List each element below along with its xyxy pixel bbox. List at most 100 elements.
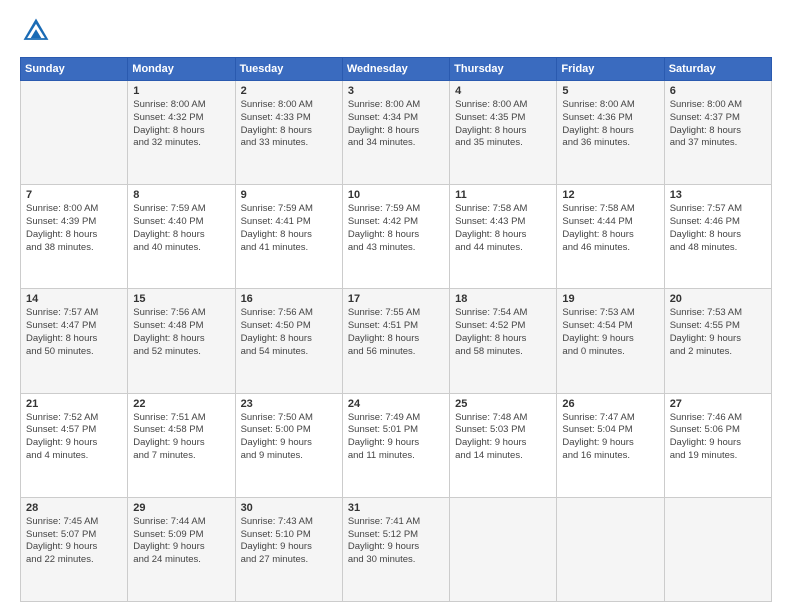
calendar-cell [450,497,557,601]
day-number: 14 [26,293,122,305]
calendar-cell: 19 Sunrise: 7:53 AMSunset: 4:54 PMDayligh… [557,289,664,393]
day-number: 1 [133,85,229,97]
day-info: Sunrise: 7:51 AMSunset: 4:58 PMDaylight:… [133,412,229,463]
day-info: Sunrise: 7:41 AMSunset: 5:12 PMDaylight:… [348,516,444,567]
calendar-cell: 5 Sunrise: 8:00 AMSunset: 4:36 PMDaylight… [557,81,664,185]
day-number: 31 [348,502,444,514]
day-number: 29 [133,502,229,514]
calendar-day-header: Sunday [21,58,128,81]
calendar-day-header: Saturday [664,58,771,81]
day-info: Sunrise: 7:48 AMSunset: 5:03 PMDaylight:… [455,412,551,463]
calendar-cell: 29 Sunrise: 7:44 AMSunset: 5:09 PMDayligh… [128,497,235,601]
calendar-cell: 30Sunrise: 7:43 AMSunset: 5:10 PMDayligh… [235,497,342,601]
day-number: 8 [133,189,229,201]
day-number: 25 [455,398,551,410]
calendar-cell: 28Sunrise: 7:45 AMSunset: 5:07 PMDayligh… [21,497,128,601]
day-number: 17 [348,293,444,305]
day-info: Sunrise: 8:00 AMSunset: 4:35 PMDaylight:… [455,99,551,150]
day-number: 24 [348,398,444,410]
calendar-week-row: 21 Sunrise: 7:52 AMSunset: 4:57 PMDayligh… [21,393,772,497]
day-info: Sunrise: 7:58 AMSunset: 4:44 PMDaylight:… [562,203,658,254]
calendar-cell [21,81,128,185]
day-info: Sunrise: 8:00 AMSunset: 4:36 PMDaylight:… [562,99,658,150]
logo [20,15,56,47]
calendar-cell: 14 Sunrise: 7:57 AMSunset: 4:47 PMDayligh… [21,289,128,393]
day-number: 19 [562,293,658,305]
calendar-cell: 2Sunrise: 8:00 AMSunset: 4:33 PMDaylight… [235,81,342,185]
calendar-cell [664,497,771,601]
day-number: 13 [670,189,766,201]
day-info: Sunrise: 8:00 AMSunset: 4:37 PMDaylight:… [670,99,766,150]
day-number: 23 [241,398,337,410]
day-info: Sunrise: 7:54 AMSunset: 4:52 PMDaylight:… [455,307,551,358]
day-number: 26 [562,398,658,410]
day-info: Sunrise: 7:43 AMSunset: 5:10 PMDaylight:… [241,516,337,567]
calendar-cell: 6 Sunrise: 8:00 AMSunset: 4:37 PMDaylight… [664,81,771,185]
day-number: 11 [455,189,551,201]
calendar-day-header: Monday [128,58,235,81]
calendar-cell: 31 Sunrise: 7:41 AMSunset: 5:12 PMDayligh… [342,497,449,601]
day-number: 9 [241,189,337,201]
day-info: Sunrise: 7:52 AMSunset: 4:57 PMDaylight:… [26,412,122,463]
calendar-cell: 21 Sunrise: 7:52 AMSunset: 4:57 PMDayligh… [21,393,128,497]
day-info: Sunrise: 7:55 AMSunset: 4:51 PMDaylight:… [348,307,444,358]
calendar-day-header: Thursday [450,58,557,81]
calendar-cell: 7 Sunrise: 8:00 AMSunset: 4:39 PMDaylight… [21,185,128,289]
day-info: Sunrise: 7:57 AMSunset: 4:47 PMDaylight:… [26,307,122,358]
day-number: 5 [562,85,658,97]
day-number: 4 [455,85,551,97]
page: SundayMondayTuesdayWednesdayThursdayFrid… [0,0,792,612]
calendar-table: SundayMondayTuesdayWednesdayThursdayFrid… [20,57,772,602]
day-info: Sunrise: 7:57 AMSunset: 4:46 PMDaylight:… [670,203,766,254]
day-info: Sunrise: 8:00 AMSunset: 4:32 PMDaylight:… [133,99,229,150]
logo-icon [20,15,52,47]
calendar-cell: 23 Sunrise: 7:50 AMSunset: 5:00 PMDayligh… [235,393,342,497]
calendar-week-row: 1 Sunrise: 8:00 AMSunset: 4:32 PMDaylight… [21,81,772,185]
day-number: 12 [562,189,658,201]
day-number: 21 [26,398,122,410]
day-number: 6 [670,85,766,97]
day-info: Sunrise: 7:50 AMSunset: 5:00 PMDaylight:… [241,412,337,463]
day-info: Sunrise: 7:46 AMSunset: 5:06 PMDaylight:… [670,412,766,463]
day-number: 10 [348,189,444,201]
day-number: 18 [455,293,551,305]
calendar-cell: 3 Sunrise: 8:00 AMSunset: 4:34 PMDaylight… [342,81,449,185]
calendar-week-row: 7 Sunrise: 8:00 AMSunset: 4:39 PMDaylight… [21,185,772,289]
day-info: Sunrise: 8:00 AMSunset: 4:33 PMDaylight:… [241,99,337,150]
calendar-week-row: 14 Sunrise: 7:57 AMSunset: 4:47 PMDayligh… [21,289,772,393]
day-number: 28 [26,502,122,514]
calendar-cell: 13 Sunrise: 7:57 AMSunset: 4:46 PMDayligh… [664,185,771,289]
day-info: Sunrise: 8:00 AMSunset: 4:39 PMDaylight:… [26,203,122,254]
day-number: 20 [670,293,766,305]
day-number: 16 [241,293,337,305]
day-number: 3 [348,85,444,97]
calendar-cell: 1 Sunrise: 8:00 AMSunset: 4:32 PMDaylight… [128,81,235,185]
calendar-cell: 17 Sunrise: 7:55 AMSunset: 4:51 PMDayligh… [342,289,449,393]
day-info: Sunrise: 7:53 AMSunset: 4:55 PMDaylight:… [670,307,766,358]
day-info: Sunrise: 7:53 AMSunset: 4:54 PMDaylight:… [562,307,658,358]
calendar-cell: 15 Sunrise: 7:56 AMSunset: 4:48 PMDayligh… [128,289,235,393]
day-number: 7 [26,189,122,201]
day-info: Sunrise: 7:59 AMSunset: 4:42 PMDaylight:… [348,203,444,254]
calendar-cell: 20 Sunrise: 7:53 AMSunset: 4:55 PMDayligh… [664,289,771,393]
day-number: 27 [670,398,766,410]
calendar-cell: 10 Sunrise: 7:59 AMSunset: 4:42 PMDayligh… [342,185,449,289]
day-info: Sunrise: 7:56 AMSunset: 4:50 PMDaylight:… [241,307,337,358]
calendar-cell: 8Sunrise: 7:59 AMSunset: 4:40 PMDaylight… [128,185,235,289]
calendar-day-header: Wednesday [342,58,449,81]
calendar-cell: 27 Sunrise: 7:46 AMSunset: 5:06 PMDayligh… [664,393,771,497]
day-info: Sunrise: 7:56 AMSunset: 4:48 PMDaylight:… [133,307,229,358]
calendar-cell: 24Sunrise: 7:49 AMSunset: 5:01 PMDayligh… [342,393,449,497]
calendar-cell: 22 Sunrise: 7:51 AMSunset: 4:58 PMDayligh… [128,393,235,497]
calendar-cell: 16 Sunrise: 7:56 AMSunset: 4:50 PMDayligh… [235,289,342,393]
day-number: 22 [133,398,229,410]
calendar-week-row: 28Sunrise: 7:45 AMSunset: 5:07 PMDayligh… [21,497,772,601]
calendar-cell: 12 Sunrise: 7:58 AMSunset: 4:44 PMDayligh… [557,185,664,289]
day-info: Sunrise: 7:58 AMSunset: 4:43 PMDaylight:… [455,203,551,254]
day-info: Sunrise: 8:00 AMSunset: 4:34 PMDaylight:… [348,99,444,150]
calendar-day-header: Tuesday [235,58,342,81]
day-info: Sunrise: 7:59 AMSunset: 4:41 PMDaylight:… [241,203,337,254]
day-info: Sunrise: 7:44 AMSunset: 5:09 PMDaylight:… [133,516,229,567]
day-number: 15 [133,293,229,305]
calendar-cell: 4 Sunrise: 8:00 AMSunset: 4:35 PMDaylight… [450,81,557,185]
